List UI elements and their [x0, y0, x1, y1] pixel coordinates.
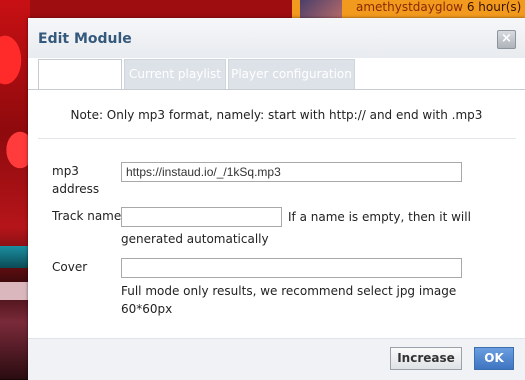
mp3-address-input[interactable]: [121, 162, 462, 182]
track-name-hint-continued: generated automatically: [121, 232, 269, 246]
background-block: [0, 282, 30, 300]
cover-hint: Full mode only results, we recommend sel…: [121, 284, 457, 298]
background-stripe: [0, 246, 30, 268]
dialog-footer: Increase OK: [28, 338, 525, 380]
ok-button[interactable]: OK: [474, 347, 514, 370]
track-name-input[interactable]: [121, 207, 282, 227]
track-name-label: Track name: [52, 209, 122, 223]
tab-divider: [28, 89, 525, 90]
divider: [38, 138, 516, 139]
track-name-hint: If a name is empty, then it will: [288, 210, 471, 224]
cover-input[interactable]: [121, 258, 462, 278]
tab-bar: Current playlist Player configuration: [38, 59, 518, 90]
avatar[interactable]: [300, 0, 342, 18]
activity-entry: amethystdayglow 6 hour(s) a: [356, 0, 525, 14]
close-icon[interactable]: ×: [497, 30, 516, 49]
cover-label: Cover: [52, 260, 88, 274]
dialog-title: Edit Module: [38, 31, 132, 47]
cover-hint-size: 60*60px: [121, 302, 173, 316]
increase-button[interactable]: Increase: [390, 347, 462, 370]
user-name-link[interactable]: amethystdayglow: [356, 0, 463, 14]
background-artwork: [0, 0, 30, 379]
dialog-titlebar: Edit Module ×: [28, 18, 525, 58]
tab-player-configuration[interactable]: Player configuration: [228, 59, 355, 89]
timestamp: 6 hour(s) a: [466, 0, 525, 14]
edit-module-dialog: Edit Module × Current playlist Player co…: [28, 18, 525, 380]
tab-current-playlist[interactable]: Current playlist: [124, 59, 226, 89]
mp3-address-label: mp3 address: [52, 164, 100, 196]
tab-settings[interactable]: [38, 59, 122, 90]
format-note: Note: Only mp3 format, namely: start wit…: [70, 108, 483, 122]
